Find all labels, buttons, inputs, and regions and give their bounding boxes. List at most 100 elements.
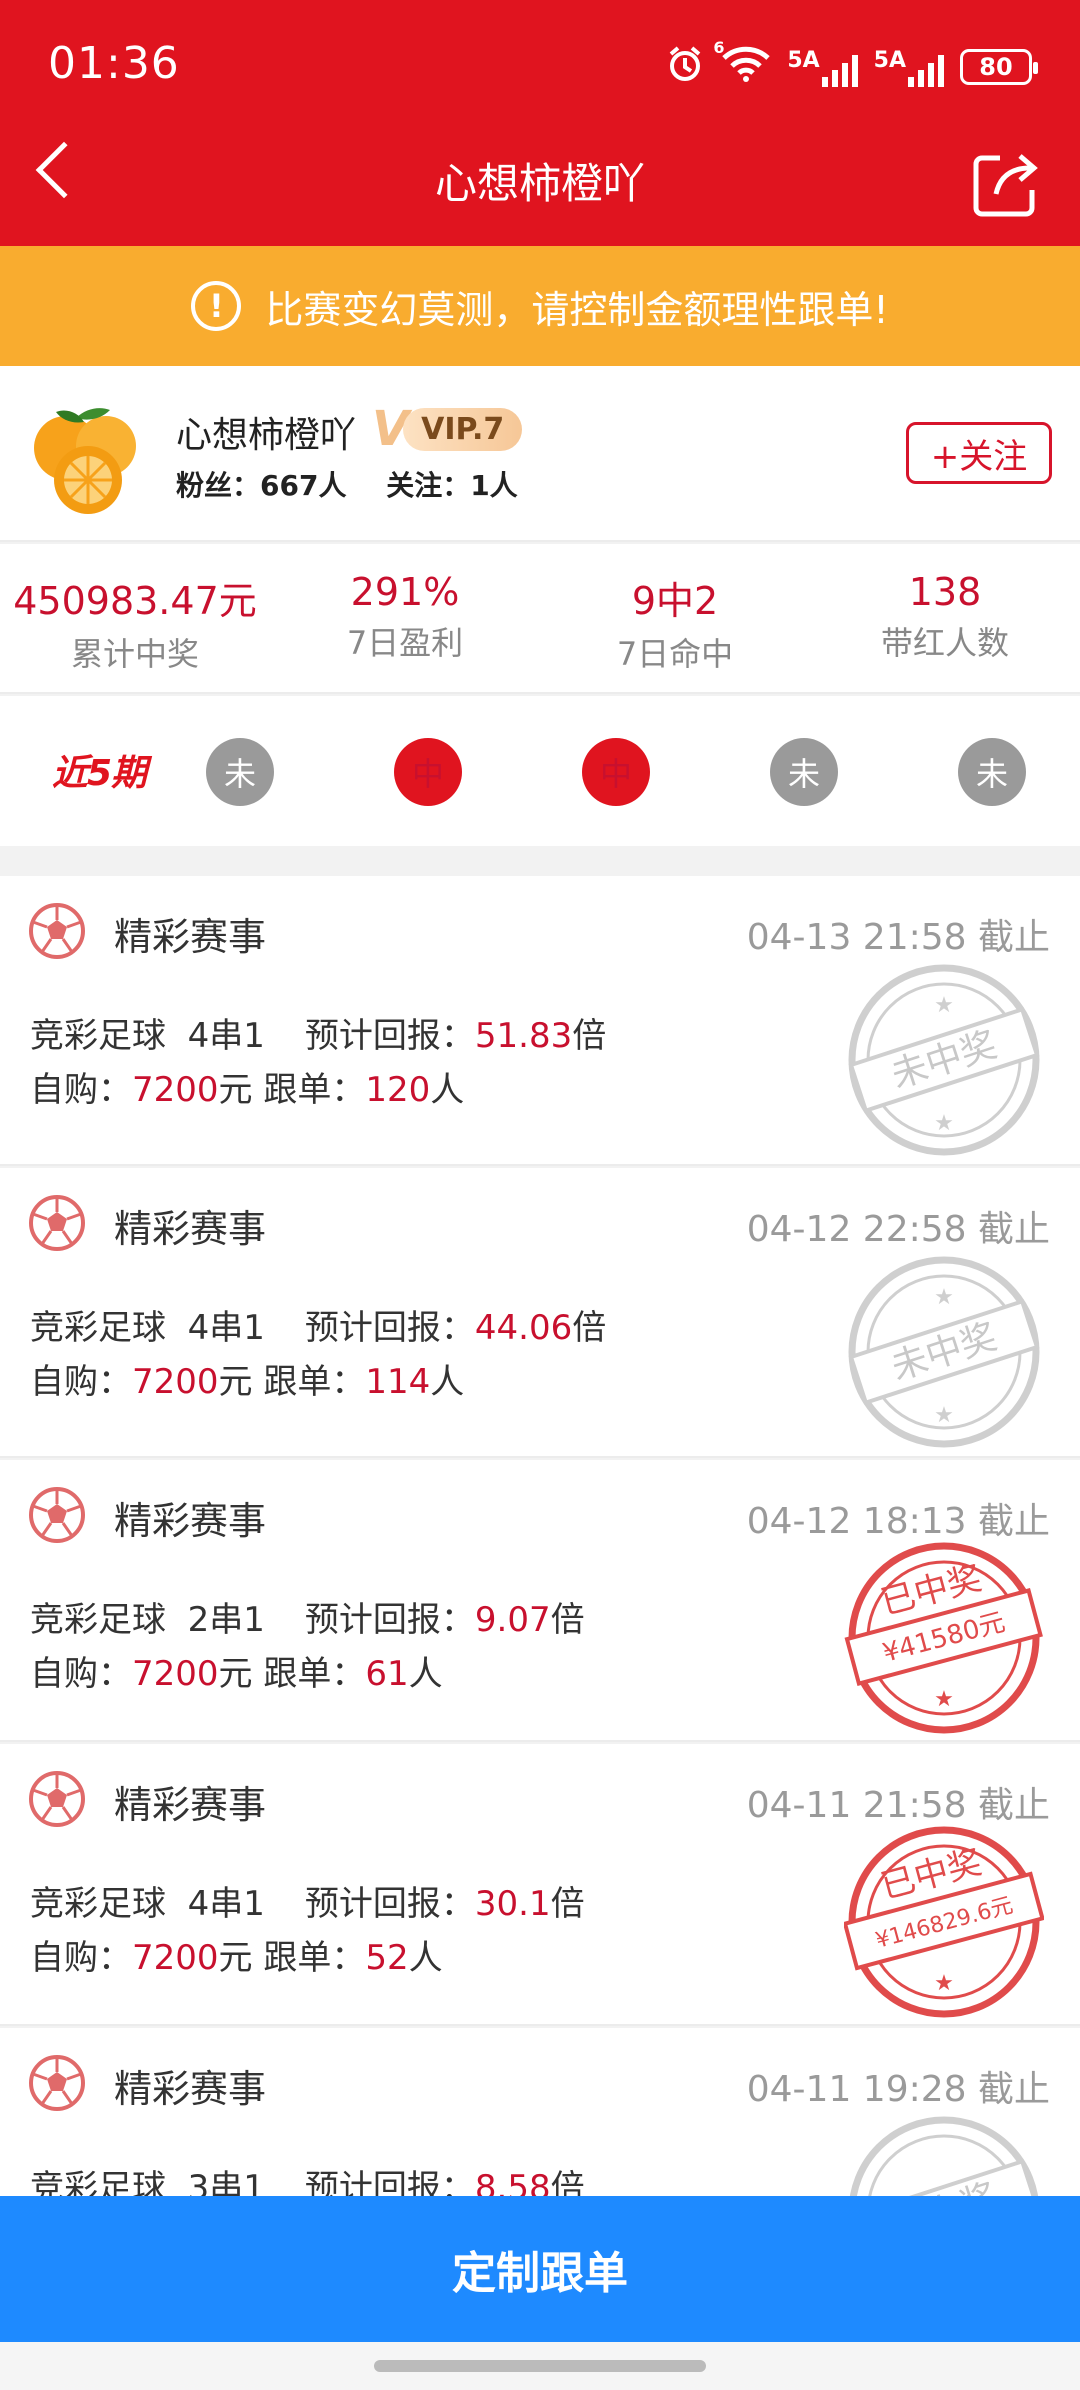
network-type-2: 5A <box>873 47 906 73</box>
share-icon[interactable] <box>970 150 1040 220</box>
result-dot: 未 <box>770 738 838 806</box>
recent-label: 近5期 <box>52 753 147 794</box>
svg-text:★: ★ <box>934 1687 954 1712</box>
page-title: 心想柿橙吖 <box>434 159 645 208</box>
header-bar: 01:36 6 5A 5A 80 心想柿橙吖 <box>0 0 1080 246</box>
follow-label: 跟单： <box>263 1070 366 1110</box>
warning-banner: ! 比赛变幻莫测，请控制金额理性跟单! <box>0 246 1080 366</box>
return-label: 预计回报： <box>304 1600 475 1640</box>
follow-button[interactable]: +关注 <box>906 422 1052 484</box>
card-deadline: 04-12 22:58 截止 <box>746 1209 1050 1250</box>
return-label: 预计回报： <box>304 1016 475 1056</box>
card-line-2: 自购：7200元 跟单：61人 <box>30 1646 443 1695</box>
plan-card[interactable]: 精彩赛事 04-11 21:58 截止 竞彩足球 4串1 预计回报：30.1倍 自… <box>0 1744 1080 2026</box>
return-label: 预计回报： <box>304 1884 475 1924</box>
follow-unit: 人 <box>408 1938 443 1978</box>
svg-text:★: ★ <box>934 1285 954 1310</box>
plan-card[interactable]: 精彩赛事 04-13 21:58 截止 竞彩足球 4串1 预计回报：51.83倍 … <box>0 876 1080 1166</box>
card-deadline: 04-13 21:58 截止 <box>746 917 1050 958</box>
card-line-2: 自购：7200元 跟单：52人 <box>30 1930 443 1979</box>
buy-unit: 元 <box>218 1938 253 1978</box>
card-title: 精彩赛事 <box>114 1499 267 1543</box>
kpi-label: 累计中奖 <box>70 635 199 673</box>
card-line-1: 竞彩足球 4串1 预计回报：44.06倍 <box>30 1300 606 1349</box>
follow-unit: 人 <box>430 1070 465 1110</box>
buy-amount: 7200 <box>132 1654 219 1694</box>
kpi-value: 450983.47元 <box>13 579 257 623</box>
status-icons: 6 5A 5A 80 <box>665 38 1038 90</box>
card-line-1: 竞彩足球 4串1 预计回报：51.83倍 <box>30 1008 606 1057</box>
exclamation-icon: ! <box>191 281 242 331</box>
card-title: 精彩赛事 <box>114 1783 267 1827</box>
buy-label: 自购： <box>30 1070 132 1110</box>
kpi-value: 138 <box>908 570 982 614</box>
buy-amount: 7200 <box>132 1938 219 1978</box>
football-icon <box>28 2054 86 2112</box>
return-value: 9.07 <box>474 1600 551 1640</box>
follow-unit: 人 <box>430 1362 465 1402</box>
vip-level: VIP.7 <box>403 407 523 451</box>
buy-amount: 7200 <box>132 1362 219 1402</box>
kpi-value: 291% <box>350 570 460 614</box>
return-unit: 倍 <box>550 1600 585 1640</box>
plan-card[interactable]: 精彩赛事 04-12 22:58 截止 竞彩足球 4串1 预计回报：44.06倍 … <box>0 1168 1080 1458</box>
lost-stamp: 未中奖 ★ ★ <box>844 960 1044 1160</box>
buy-unit: 元 <box>218 1070 253 1110</box>
battery-icon: 80 <box>960 49 1038 85</box>
follow-unit: 人 <box>408 1654 443 1694</box>
football-icon <box>28 902 86 960</box>
custom-follow-button[interactable]: 定制跟单 <box>0 2196 1080 2342</box>
kpi-label: 7日盈利 <box>346 624 464 662</box>
follow-label: 跟单： <box>263 1362 366 1402</box>
card-title: 精彩赛事 <box>114 1207 267 1251</box>
game-type: 竞彩足球 <box>30 1016 166 1056</box>
combo: 4串1 <box>187 1308 265 1348</box>
profile-stats: 粉丝：667人 关注：1人 <box>176 464 548 504</box>
kpi-total-prize: 450983.47元 累计中奖 <box>0 544 270 692</box>
plan-card[interactable]: 精彩赛事 04-12 18:13 截止 竞彩足球 2串1 预计回报：9.07倍 自… <box>0 1460 1080 1742</box>
card-title: 精彩赛事 <box>114 915 267 959</box>
follow-label: 跟单： <box>263 1654 366 1694</box>
profile-name: 心想柿橙吖 <box>176 415 357 456</box>
kpi-label: 带红人数 <box>880 624 1009 662</box>
warning-text: 比赛变幻莫测，请控制金额理性跟单! <box>265 287 889 332</box>
follow-count: 114 <box>365 1362 431 1402</box>
home-indicator[interactable] <box>374 2360 706 2372</box>
page: 01:36 6 5A 5A 80 心想柿橙吖 ! 比赛变幻莫测，请控制金额理性跟… <box>0 0 1080 2390</box>
wifi-badge: 6 <box>713 38 725 57</box>
won-stamp: 已中奖 ¥41580元 ★ <box>844 1538 1044 1738</box>
buy-amount: 7200 <box>132 1070 219 1110</box>
card-deadline: 04-11 21:58 截止 <box>746 1785 1050 1826</box>
return-unit: 倍 <box>572 1016 607 1056</box>
result-dot: 中 <box>394 738 462 806</box>
lost-stamp: 未中奖 ★ ★ <box>844 1252 1044 1452</box>
return-value: 44.06 <box>474 1308 573 1348</box>
card-deadline: 04-12 18:13 截止 <box>746 1501 1050 1542</box>
svg-text:★: ★ <box>934 1403 954 1428</box>
football-icon <box>28 1194 86 1252</box>
card-line-2: 自购：7200元 跟单：114人 <box>30 1354 464 1403</box>
kpi-7day-hit: 9中2 7日命中 <box>540 544 810 692</box>
result-dot: 中 <box>582 738 650 806</box>
combo: 4串1 <box>187 1016 265 1056</box>
recent-results: 近5期 未 中 中 未 未 <box>0 696 1080 846</box>
card-title: 精彩赛事 <box>114 2067 267 2111</box>
return-value: 30.1 <box>474 1884 551 1924</box>
follow-label: 跟单： <box>263 1938 366 1978</box>
return-value: 51.83 <box>474 1016 573 1056</box>
kpi-red-followers: 138 带红人数 <box>810 544 1080 692</box>
game-type: 竞彩足球 <box>30 1308 166 1348</box>
avatar[interactable] <box>26 396 148 518</box>
kpi-label: 7日命中 <box>616 635 734 673</box>
return-unit: 倍 <box>572 1308 607 1348</box>
follow-count: 120 <box>365 1070 431 1110</box>
buy-label: 自购： <box>30 1938 132 1978</box>
card-deadline: 04-11 19:28 截止 <box>746 2069 1050 2110</box>
wifi-icon: 6 <box>713 38 771 88</box>
follow-count: 52 <box>365 1938 409 1978</box>
kpi-7day-profit: 291% 7日盈利 <box>270 544 540 692</box>
won-stamp: 已中奖 ¥146829.6元 ★ <box>842 1822 1045 2022</box>
buy-unit: 元 <box>218 1362 253 1402</box>
profile-card: 心想柿橙吖 V VIP.7 粉丝：667人 关注：1人 +关注 <box>0 366 1080 542</box>
football-icon <box>28 1770 86 1828</box>
